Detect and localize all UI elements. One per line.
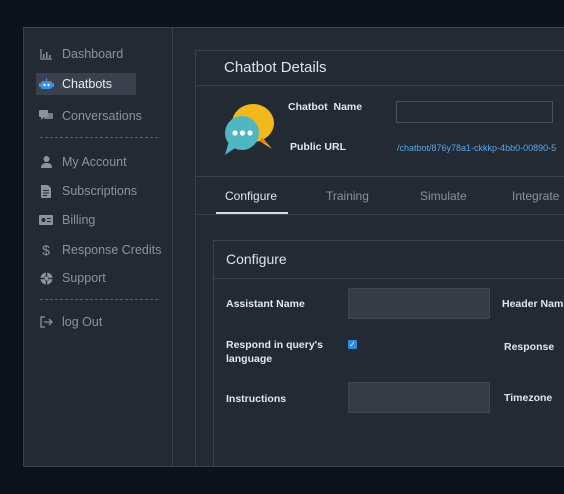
tab-simulate[interactable]: Simulate [420,189,467,203]
configure-section: Configure Assistant Name Header Nam Resp… [213,240,564,466]
robot-icon [36,78,56,90]
chatbot-name-input[interactable] [396,101,553,123]
sidebar-item-conversations[interactable]: Conversations [36,105,166,127]
sidebar-item-label: Support [62,271,106,285]
sidebar-item-label: Chatbots [62,77,113,91]
header-name-label: Header Nam [502,298,564,310]
sidebar-item-billing[interactable]: Billing [36,209,166,231]
app-window: Dashboard Chatbots Conversations My Acco… [23,27,564,467]
sidebar-item-label: Response Credits [62,243,162,257]
divider [196,214,564,215]
chatbot-avatar-icon [222,101,278,157]
sidebar-item-chatbots[interactable]: Chatbots [36,73,136,95]
sidebar-item-label: Conversations [62,109,142,123]
divider [196,85,564,86]
divider [214,278,564,279]
support-icon [36,271,56,285]
sidebar-item-label: My Account [62,155,127,169]
chat-bubbles-icon [36,110,56,122]
sidebar-item-label: log Out [62,315,103,329]
tab-integrate[interactable]: Integrate [512,189,559,203]
sidebar-item-label: Dashboard [62,47,124,61]
assistant-name-field[interactable] [348,288,490,319]
sidebar-item-support[interactable]: Support [36,267,166,289]
sidebar-item-subscriptions[interactable]: Subscriptions [36,180,166,202]
instructions-label: Instructions [226,393,287,405]
sidebar-item-my-account[interactable]: My Account [36,151,166,173]
sidebar-divider [40,299,158,300]
section-title: Configure [226,251,287,267]
timezone-label: Timezone [504,392,553,404]
public-url-link[interactable]: /chatbot/876y78a1-ckkkp-4bb0-00890-5 [397,143,556,153]
respond-language-label: Respond in query's language [226,339,324,365]
dollar-icon: $ [42,242,50,258]
divider [196,176,564,177]
sidebar-item-label: Billing [62,213,96,227]
credit-card-icon [36,215,56,225]
tab-configure[interactable]: Configure [225,189,277,203]
tab-training[interactable]: Training [326,189,369,203]
sidebar-item-response-credits[interactable]: $ Response Credits [36,239,171,261]
page-title: Chatbot Details [224,59,327,76]
sidebar-item-dashboard[interactable]: Dashboard [36,43,136,65]
sidebar-divider [40,137,158,138]
user-icon [36,156,56,168]
sidebar: Dashboard Chatbots Conversations My Acco… [24,28,173,466]
assistant-name-label: Assistant Name [226,298,305,310]
sidebar-item-label: Subscriptions [62,184,138,198]
chatbot-details-panel: Chatbot Details Chatbot Name Public URL … [195,50,564,466]
response-label: Response [504,341,555,353]
bar-chart-icon [36,48,56,60]
sidebar-item-logout[interactable]: log Out [36,311,136,333]
logout-icon [36,316,56,328]
document-icon [36,184,56,198]
chatbot-name-label: Chatbot Name [288,101,363,113]
instructions-field[interactable] [348,382,490,413]
respond-language-checkbox[interactable]: ✓ [348,340,357,349]
public-url-label: Public URL [290,141,347,153]
